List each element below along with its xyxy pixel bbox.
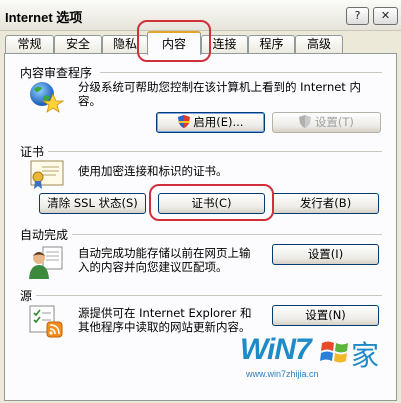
window-title: Internet 选项 <box>5 10 83 25</box>
tab-advanced[interactable]: 高级 <box>295 35 343 53</box>
feeds-title: 源 <box>20 289 33 303</box>
tab-connections[interactable]: 连接 <box>201 35 248 53</box>
close-button[interactable]: ✕ <box>373 7 398 25</box>
enable-content-advisor-button[interactable]: 启用(E)... <box>156 112 265 133</box>
tab-programs[interactable]: 程序 <box>248 35 295 53</box>
certificates-description: 使用加密连接和标识的证书。 <box>78 164 228 178</box>
autocomplete-description-line1: 自动完成功能存储以前在网页上输 <box>78 246 251 260</box>
tab-security[interactable]: 安全 <box>54 35 102 53</box>
certificates-button[interactable]: 证书(C) <box>158 193 265 214</box>
autocomplete-settings-button[interactable]: 设置(I) <box>272 244 379 265</box>
settings-button-label: 设置(T) <box>314 115 354 129</box>
help-button[interactable]: ? <box>346 7 369 25</box>
watermark: WiN7 家 www.win7zhijia.cn <box>240 333 390 388</box>
enable-button-label: 启用(E)... <box>193 115 244 129</box>
content-advisor-description-line1: 分级系统可帮助您控制在该计算机上看到的 Internet 内 <box>78 80 361 94</box>
tab-general[interactable]: 常规 <box>5 35 54 53</box>
feeds-settings-button[interactable]: 设置(N) <box>272 305 379 326</box>
content-advisor-title: 内容审查程序 <box>20 66 93 80</box>
publishers-button[interactable]: 发行者(B) <box>272 193 379 214</box>
watermark-brand-right: 家 <box>351 339 380 372</box>
feeds-description-line2: 其他程序中读取的网站更新内容。 <box>78 320 251 334</box>
content-advisor-divider <box>100 72 382 73</box>
windows-logo-icon <box>320 341 348 363</box>
certificates-title: 证书 <box>20 145 45 159</box>
watermark-brand-left: WiN7 <box>240 333 312 366</box>
autocomplete-divider <box>72 234 382 235</box>
tab-content[interactable]: 内容 <box>147 31 201 55</box>
certificates-divider <box>48 151 382 152</box>
content-advisor-globe-star-icon <box>30 82 64 113</box>
title-bar: Internet 选项 ? ✕ <box>0 0 401 31</box>
tab-privacy[interactable]: 隐私 <box>102 35 148 53</box>
autocomplete-description-line2: 入的内容并向您建议匹配项。 <box>78 260 228 274</box>
shield-icon <box>177 115 190 128</box>
feeds-divider <box>36 295 382 296</box>
shield-icon <box>299 115 312 128</box>
watermark-url: www.win7zhijia.cn <box>246 369 319 379</box>
autocomplete-title: 自动完成 <box>20 228 69 242</box>
content-advisor-description-line2: 容。 <box>78 94 101 108</box>
clear-ssl-state-button[interactable]: 清除 SSL 状态(S) <box>39 193 146 214</box>
tab-strip: 常规 安全 隐私 内容 连接 程序 高级 <box>0 31 401 55</box>
feeds-description-line1: 源提供可在 Internet Explorer 和 <box>78 306 252 320</box>
certificate-icon <box>30 160 64 189</box>
feeds-rss-icon <box>29 305 63 338</box>
content-advisor-settings-button[interactable]: 设置(T) <box>272 112 381 133</box>
autocomplete-user-icon <box>29 246 63 279</box>
